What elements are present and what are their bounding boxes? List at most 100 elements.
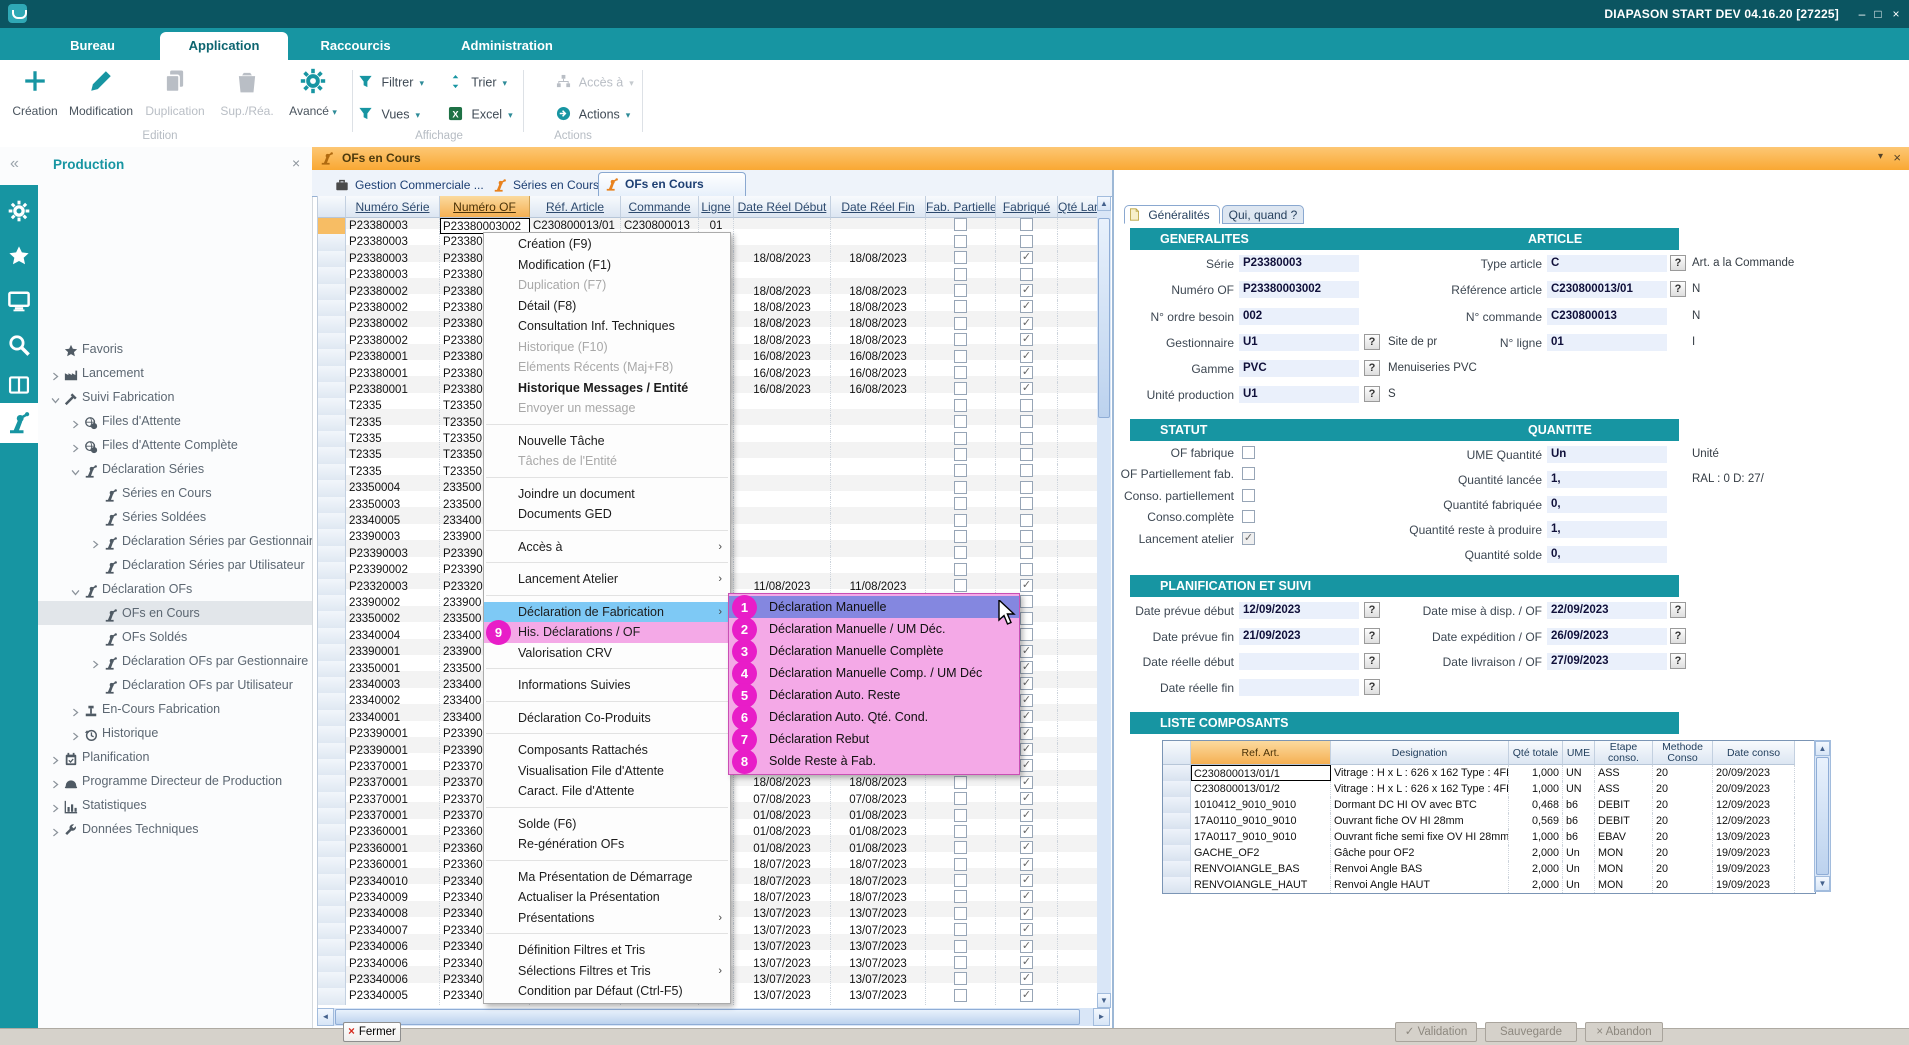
qte-field[interactable]: 0,: [1547, 496, 1667, 513]
sidebar-item-d-claration-s-ries-par-utilisateur[interactable]: Déclaration Séries par Utilisateur: [38, 553, 312, 577]
help-button[interactable]: ?: [1670, 653, 1686, 669]
row-selector-cell[interactable]: [318, 398, 346, 414]
checkbox-checked[interactable]: ✓: [1020, 923, 1033, 936]
checkbox-unchecked[interactable]: [1242, 510, 1255, 523]
row-selector-cell[interactable]: [318, 710, 346, 726]
row-selector-cell[interactable]: [318, 333, 346, 349]
row-selector-cell[interactable]: [318, 677, 346, 693]
checkbox-checked[interactable]: ✓: [1020, 890, 1033, 903]
checkbox-unchecked[interactable]: [954, 792, 967, 805]
submenu-item-d-claration-manuelle-comp-um-d-c[interactable]: Déclaration Manuelle Comp. / UM Déc4: [729, 662, 1019, 684]
checkbox-unchecked[interactable]: [954, 366, 967, 379]
sidebar-item-d-claration-ofs-par-utilisateur[interactable]: Déclaration OFs par Utilisateur: [38, 673, 312, 697]
row-selector-cell[interactable]: [318, 284, 346, 300]
row-selector-cell[interactable]: [318, 841, 346, 857]
checkbox-unchecked[interactable]: [954, 333, 967, 346]
checkbox-unchecked[interactable]: [954, 563, 967, 576]
checkbox-unchecked[interactable]: [1020, 464, 1033, 477]
menu-item-d-claration-co-produits[interactable]: Déclaration Co-Produits: [484, 708, 730, 729]
checkbox-unchecked[interactable]: [954, 235, 967, 248]
sidebar-item-suivi-fabrication[interactable]: Suivi Fabrication: [38, 385, 312, 409]
row-selector-cell[interactable]: [318, 234, 346, 250]
chevron-closed-icon[interactable]: [90, 534, 101, 553]
row-selector-cell[interactable]: [1163, 765, 1191, 781]
row-selector-cell[interactable]: [318, 923, 346, 939]
help-button[interactable]: ?: [1670, 255, 1686, 271]
help-button[interactable]: ?: [1364, 360, 1380, 376]
horizontal-scrollbar[interactable]: ◄►: [317, 1008, 1110, 1026]
sidebar-item-ofs-sold-s[interactable]: OFs Soldés: [38, 625, 312, 649]
row-selector-cell[interactable]: [318, 775, 346, 791]
menu-item-cr-ation-f9-[interactable]: Création (F9): [484, 234, 730, 255]
checkbox-checked[interactable]: ✓: [1020, 579, 1033, 592]
checkbox-checked[interactable]: ✓: [1020, 366, 1033, 379]
checkbox-unchecked[interactable]: [1020, 448, 1033, 461]
composants-row[interactable]: C230800013/01/2Vitrage : H x L : 626 x 1…: [1163, 781, 1815, 797]
table-corner-cell[interactable]: [318, 196, 346, 218]
checkbox-checked[interactable]: ✓: [1020, 907, 1033, 920]
checkbox-unchecked[interactable]: [954, 268, 967, 281]
menu-tab-application[interactable]: Application: [160, 32, 288, 60]
trier-button[interactable]: Trier▾: [448, 74, 507, 94]
help-button[interactable]: ?: [1670, 602, 1686, 618]
row-selector-cell[interactable]: [318, 628, 346, 644]
menu-item-condition-par-d-faut-ctrl-f5-[interactable]: Condition par Défaut (Ctrl-F5): [484, 981, 730, 1002]
checkbox-unchecked[interactable]: [954, 546, 967, 559]
sidebar-item-programme-directeur-de-production[interactable]: Programme Directeur de Production: [38, 769, 312, 793]
checkbox-unchecked[interactable]: [954, 956, 967, 969]
qte-field[interactable]: Un: [1547, 446, 1667, 463]
checkbox-unchecked[interactable]: [954, 251, 967, 264]
qte-field[interactable]: 1,: [1547, 471, 1667, 488]
checkbox-unchecked[interactable]: [1020, 235, 1033, 248]
sidebar-item-d-claration-s-ries[interactable]: Déclaration Séries: [38, 457, 312, 481]
row-selector-cell[interactable]: [318, 972, 346, 988]
checkbox-checked[interactable]: ✓: [1020, 284, 1033, 297]
checkbox-checked[interactable]: ✓: [1020, 677, 1033, 690]
submenu-item-d-claration-manuelle-um-d-c-[interactable]: Déclaration Manuelle / UM Déc.2: [729, 618, 1019, 640]
menu-item-acc-s-[interactable]: Accès à›: [484, 537, 730, 558]
plan-field[interactable]: [1239, 679, 1359, 696]
checkbox-unchecked[interactable]: [954, 940, 967, 953]
gen-3-field[interactable]: U1: [1239, 334, 1359, 351]
close-icon[interactable]: ×: [1889, 6, 1903, 22]
scroll-up-icon[interactable]: ▲: [1097, 196, 1111, 211]
sidebar-item-ofs-en-cours[interactable]: OFs en Cours: [38, 601, 312, 625]
menu-item-consultation-inf-techniques[interactable]: Consultation Inf. Techniques: [484, 316, 730, 337]
checkbox-checked[interactable]: ✓: [1020, 661, 1033, 674]
chevron-closed-icon[interactable]: [50, 774, 61, 793]
menu-item-valorisation-crv[interactable]: Valorisation CRV: [484, 643, 730, 664]
checkbox-unchecked[interactable]: [1242, 489, 1255, 502]
checkbox-unchecked[interactable]: [954, 841, 967, 854]
sidebar-item-s-ries-sold-es[interactable]: Séries Soldées: [38, 505, 312, 529]
row-selector-cell[interactable]: [318, 874, 346, 890]
menu-item-nouvelle-t-che[interactable]: Nouvelle Tâche: [484, 431, 730, 452]
chevron-closed-icon[interactable]: [50, 750, 61, 769]
sidebar-item-statistiques[interactable]: Statistiques: [38, 793, 312, 817]
row-selector-cell[interactable]: [318, 611, 346, 627]
sidebar-item-d-claration-s-ries-par-gestionnaire[interactable]: Déclaration Séries par Gestionnaire: [38, 529, 312, 553]
checkbox-unchecked[interactable]: [1020, 432, 1033, 445]
checkbox-checked[interactable]: ✓: [1020, 858, 1033, 871]
checkbox-checked[interactable]: ✓: [1020, 382, 1033, 395]
gen-5-field[interactable]: U1: [1239, 386, 1359, 403]
checkbox-unchecked[interactable]: [1020, 218, 1033, 231]
menu-item-d-finition-filtres-et-tris[interactable]: Définition Filtres et Tris: [484, 940, 730, 961]
qte-field[interactable]: 1,: [1547, 521, 1667, 538]
row-selector-cell[interactable]: [318, 726, 346, 742]
composants-col-qt-totale[interactable]: Qté totale: [1509, 741, 1563, 765]
row-selector-cell[interactable]: [318, 808, 346, 824]
scroll-thumb[interactable]: [335, 1009, 1080, 1025]
checkbox-unchecked[interactable]: [1020, 514, 1033, 527]
row-selector-cell[interactable]: [318, 693, 346, 709]
checkbox-checked[interactable]: ✓: [1020, 989, 1033, 1002]
checkbox-unchecked[interactable]: [954, 858, 967, 871]
composants-col-designation[interactable]: Designation: [1331, 741, 1509, 765]
plan-field[interactable]: 21/09/2023: [1239, 628, 1359, 645]
checkbox-unchecked[interactable]: [1020, 497, 1033, 510]
document-close-icon[interactable]: ×: [1893, 150, 1901, 165]
fermer-button[interactable]: ×Fermer: [343, 1022, 401, 1042]
qte-field[interactable]: 0,: [1547, 546, 1667, 563]
row-selector-cell[interactable]: [1163, 861, 1191, 877]
plan-field[interactable]: [1239, 653, 1359, 670]
row-selector-cell[interactable]: [318, 267, 346, 283]
